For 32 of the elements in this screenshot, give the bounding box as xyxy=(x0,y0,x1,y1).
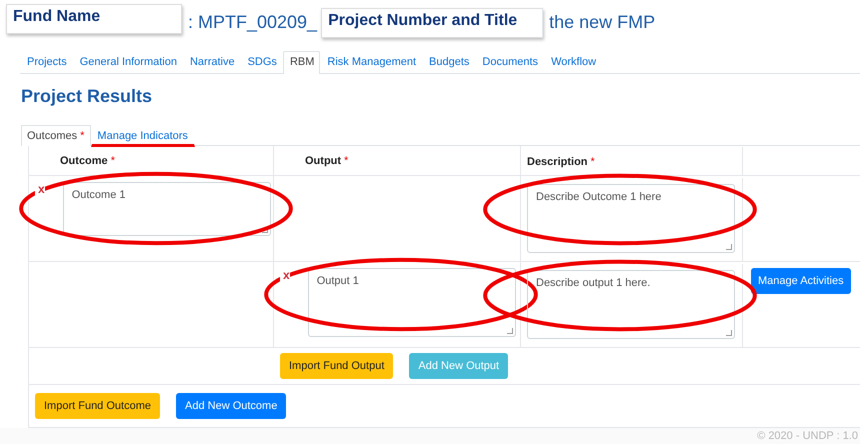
manage-activities-button[interactable]: Manage Activities xyxy=(751,268,851,294)
outcome-action-button[interactable]: Add New Outcome xyxy=(176,393,286,419)
nav-tab[interactable]: Risk Management xyxy=(320,51,422,73)
footer-text: © 2020 - UNDP : 1.0 xyxy=(757,430,859,442)
nav-tab[interactable]: Budgets xyxy=(422,51,476,73)
section-tab[interactable]: Outcomes * xyxy=(21,125,92,146)
required-marker: * xyxy=(110,154,115,166)
nav-tab[interactable]: SDGs xyxy=(240,51,283,73)
column-header: Description xyxy=(527,156,588,168)
outcome-action-button[interactable]: Import Fund Outcome xyxy=(35,393,160,419)
page-heading: Project Results xyxy=(21,86,154,107)
section-tab[interactable]: Manage Indicators xyxy=(91,125,195,147)
nav-tab[interactable]: RBM xyxy=(282,51,320,74)
nav-tab[interactable]: Projects xyxy=(20,51,73,73)
fund-name-callout: Fund Name xyxy=(6,4,182,34)
nav-tab[interactable]: General Information xyxy=(72,51,183,73)
project-number-callout: Project Number and Title xyxy=(321,8,544,38)
nav-tab[interactable]: Narrative xyxy=(182,51,241,73)
description-field[interactable]: Describe output 1 here. xyxy=(527,270,735,339)
required-marker: * xyxy=(344,154,348,166)
output-action-button[interactable]: Import Fund Output xyxy=(280,353,394,379)
project-title: the new FMP xyxy=(549,12,656,32)
nav-tab[interactable]: Documents xyxy=(475,51,544,73)
description-field[interactable]: Describe Outcome 1 here xyxy=(527,184,735,253)
required-marker: * xyxy=(590,156,595,168)
required-marker: * xyxy=(80,130,84,142)
nav-tab[interactable]: Workflow xyxy=(544,51,602,73)
output-field[interactable]: Output 1 xyxy=(308,268,516,337)
column-header: Output xyxy=(305,154,342,166)
project-title: : MPTF_00209_ xyxy=(188,12,318,32)
column-header: Outcome xyxy=(60,154,108,166)
outcome-field[interactable]: Outcome 1 xyxy=(62,182,271,236)
